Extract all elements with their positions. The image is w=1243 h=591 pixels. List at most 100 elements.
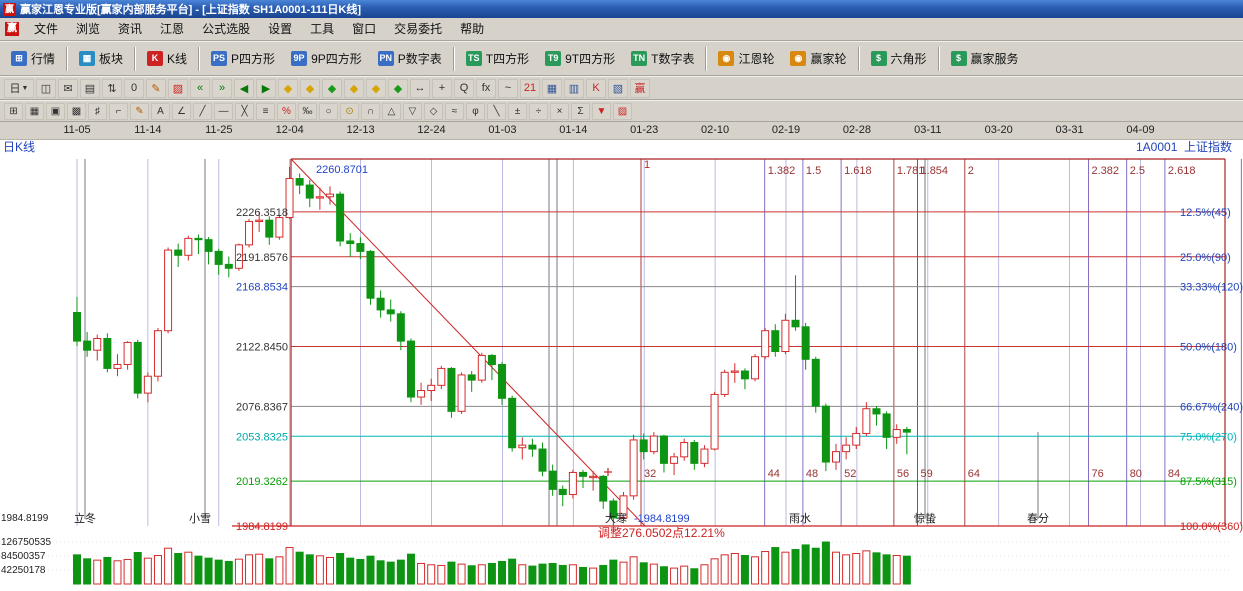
wedge-tool[interactable]: ▽ <box>403 103 422 120</box>
period-day-dropdown[interactable]: 日▼ <box>4 79 34 98</box>
gann-box-tool[interactable]: ▣ <box>46 103 65 120</box>
permille-tool[interactable]: ‰ <box>298 103 317 120</box>
circle-tool[interactable]: ○ <box>319 103 338 120</box>
diamond-green-2-icon[interactable]: ◆ <box>388 79 408 98</box>
toolbar-main: ⊞行情 ▦板块 KK线 PSP四方形9P9P四方形PNP数字表 TST四方形T99T四方… <box>0 41 1243 76</box>
titlebar[interactable]: 赢 赢家江恩专业版[赢家内部服务平台] - [上证指数 SH1A0001-111… <box>0 0 1243 18</box>
diamond-yellow-1-icon[interactable]: ◆ <box>278 79 298 98</box>
menu-item-9[interactable]: 帮助 <box>451 19 493 40</box>
ruler-tool[interactable]: ⌐ <box>109 103 128 120</box>
date-tick-label: 03-20 <box>977 124 1021 136</box>
gann-grid-tool[interactable]: ▦ <box>25 103 44 120</box>
angle-tool[interactable]: ∠ <box>172 103 191 120</box>
text-tool[interactable]: A <box>151 103 170 120</box>
winner-logo-icon[interactable]: 赢 <box>630 79 650 98</box>
hexagon-button[interactable]: $六角形 <box>864 46 934 72</box>
menu-item-4[interactable]: 公式选股 <box>193 19 259 40</box>
kline-button[interactable]: KK线 <box>140 46 194 72</box>
t-number-table-button[interactable]: TNT数字表 <box>624 46 701 72</box>
triangle-tool[interactable]: △ <box>382 103 401 120</box>
menu-item-3[interactable]: 江恩 <box>151 19 193 40</box>
wave-count-tool[interactable]: ≈ <box>445 103 464 120</box>
cycle-tool[interactable]: ⊙ <box>340 103 359 120</box>
menu-item-8[interactable]: 交易委托 <box>385 19 451 40</box>
svg-text:调整276.0502点12.21%: 调整276.0502点12.21% <box>598 525 725 540</box>
wave-icon[interactable]: ~ <box>498 79 518 98</box>
winner-wheel-button[interactable]: ◉赢家轮 <box>783 46 853 72</box>
hline-tool[interactable]: — <box>214 103 233 120</box>
svg-text:84500357: 84500357 <box>1 551 46 562</box>
octave-tool[interactable]: ♯ <box>88 103 107 120</box>
next-bar-icon[interactable]: ▶ <box>256 79 276 98</box>
p-number-table-button[interactable]: PNP数字表 <box>371 46 449 72</box>
svg-text:-1984.8199: -1984.8199 <box>634 513 690 525</box>
window-split-icon[interactable]: ◫ <box>36 79 56 98</box>
diamond-yellow-4-icon[interactable]: ◆ <box>366 79 386 98</box>
prev-bar-icon[interactable]: ◀ <box>234 79 254 98</box>
notes-icon[interactable]: ▧ <box>608 79 628 98</box>
speedline-tool[interactable]: ╲ <box>487 103 506 120</box>
gann-wheel-button[interactable]: ◉江恩轮 <box>711 46 781 72</box>
list-view-icon[interactable]: ▤ <box>80 79 100 98</box>
svg-text:日K线: 日K线 <box>3 140 35 154</box>
t-square-button[interactable]: TST四方形 <box>459 46 536 72</box>
zero-base-icon[interactable]: 0 <box>124 79 144 98</box>
9t-square-button[interactable]: T99T四方形 <box>538 46 622 72</box>
menu-item-6[interactable]: 工具 <box>301 19 343 40</box>
kline-chart-canvas[interactable]: 1321.382441.5481.618521.781561.854592642… <box>0 140 1243 591</box>
calendar-21-icon[interactable]: 21 <box>520 79 540 98</box>
pan-hand-icon[interactable]: ↔ <box>410 79 430 98</box>
brush-icon[interactable]: ✎ <box>146 79 166 98</box>
grid-tool[interactable]: ⊞ <box>4 103 23 120</box>
menu-item-2[interactable]: 资讯 <box>109 19 151 40</box>
zoom-icon[interactable]: Q <box>454 79 474 98</box>
p-number-table-button-label: P数字表 <box>398 50 442 67</box>
diamond-yellow-3-icon[interactable]: ◆ <box>344 79 364 98</box>
trendline-tool[interactable]: ╱ <box>193 103 212 120</box>
market-quotes-button[interactable]: ⊞行情 <box>4 46 62 72</box>
arc-tool[interactable]: ∩ <box>361 103 380 120</box>
menu-item-7[interactable]: 窗口 <box>343 19 385 40</box>
highlight-icon[interactable]: ▨ <box>168 79 188 98</box>
filter-tool[interactable]: ▼ <box>592 103 611 120</box>
winner-service-button[interactable]: $赢家服务 <box>944 46 1026 72</box>
menu-item-5[interactable]: 设置 <box>259 19 301 40</box>
toolbar-separator <box>858 47 860 71</box>
pencil-tool[interactable]: ✎ <box>130 103 149 120</box>
report-icon[interactable]: ▥ <box>564 79 584 98</box>
p-square-button[interactable]: PSP四方形 <box>204 46 282 72</box>
menu-item-0[interactable]: 文件 <box>25 19 67 40</box>
t-square-button-label: T四方形 <box>486 50 529 67</box>
last-bar-icon[interactable]: » <box>212 79 232 98</box>
diamond-green-1-icon[interactable]: ◆ <box>322 79 342 98</box>
kline-style-icon[interactable]: K <box>586 79 606 98</box>
first-bar-icon[interactable]: « <box>190 79 210 98</box>
multiply-tool[interactable]: × <box>550 103 569 120</box>
fib-tool[interactable]: φ <box>466 103 485 120</box>
svg-text:2.5: 2.5 <box>1130 165 1145 177</box>
cross-tool[interactable]: ╳ <box>235 103 254 120</box>
menu-item-1[interactable]: 浏览 <box>67 19 109 40</box>
percent-tool[interactable]: % <box>277 103 296 120</box>
panel-chart-icon[interactable]: ▦ <box>542 79 562 98</box>
sum-tool[interactable]: Σ <box>571 103 590 120</box>
diamond-yellow-2-icon[interactable]: ◆ <box>300 79 320 98</box>
price-square-tool[interactable]: ▩ <box>67 103 86 120</box>
sectors-button[interactable]: ▦板块 <box>72 46 130 72</box>
svg-text:25.0%(90): 25.0%(90) <box>1180 252 1231 264</box>
erase-tool[interactable]: ▨ <box>613 103 632 120</box>
9p-square-button[interactable]: 9P9P四方形 <box>284 46 369 72</box>
formula-icon[interactable]: fx <box>476 79 496 98</box>
message-icon[interactable]: ✉ <box>58 79 78 98</box>
mirror-tool[interactable]: ± <box>508 103 527 120</box>
diamond-tool[interactable]: ◇ <box>424 103 443 120</box>
crosshair-icon[interactable]: + <box>432 79 452 98</box>
svg-text:2.382: 2.382 <box>1091 165 1119 177</box>
channel-tool[interactable]: ≡ <box>256 103 275 120</box>
t-number-table-button-label: T数字表 <box>651 50 694 67</box>
menu-logo-icon: 赢 <box>5 22 19 36</box>
sort-updown-icon[interactable]: ⇅ <box>102 79 122 98</box>
svg-text:59: 59 <box>921 468 933 480</box>
svg-text:立冬: 立冬 <box>74 511 96 525</box>
divide-tool[interactable]: ÷ <box>529 103 548 120</box>
